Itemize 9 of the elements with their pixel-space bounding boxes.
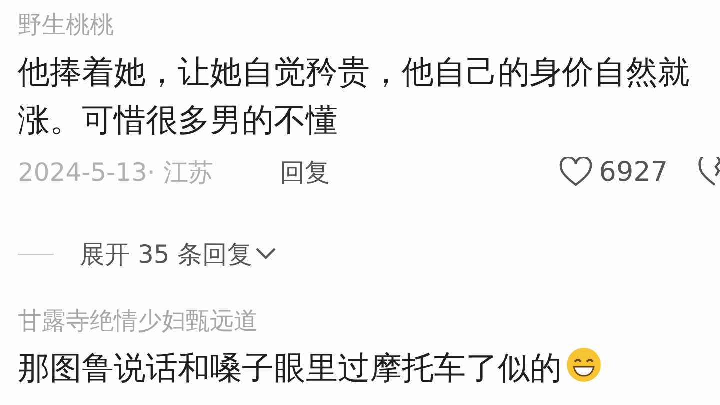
like-count: 6927 (599, 156, 668, 188)
chevron-down-icon (254, 247, 277, 261)
broken-heart-icon[interactable] (698, 157, 720, 187)
date-location: 2024-5-13· 江苏 (18, 156, 214, 188)
expand-replies-button[interactable]: 展开 35 条回复 (80, 238, 277, 270)
comment-text: 他捧着她，让她自觉矜贵，他自己的身价自然就涨。可惜很多男的不懂 (18, 52, 691, 141)
heart-icon[interactable] (559, 157, 594, 187)
comment-text: 那图鲁说话和嗓子眼里过摩托车了似的 (18, 348, 562, 389)
reply-button[interactable]: 回复 (280, 156, 330, 188)
